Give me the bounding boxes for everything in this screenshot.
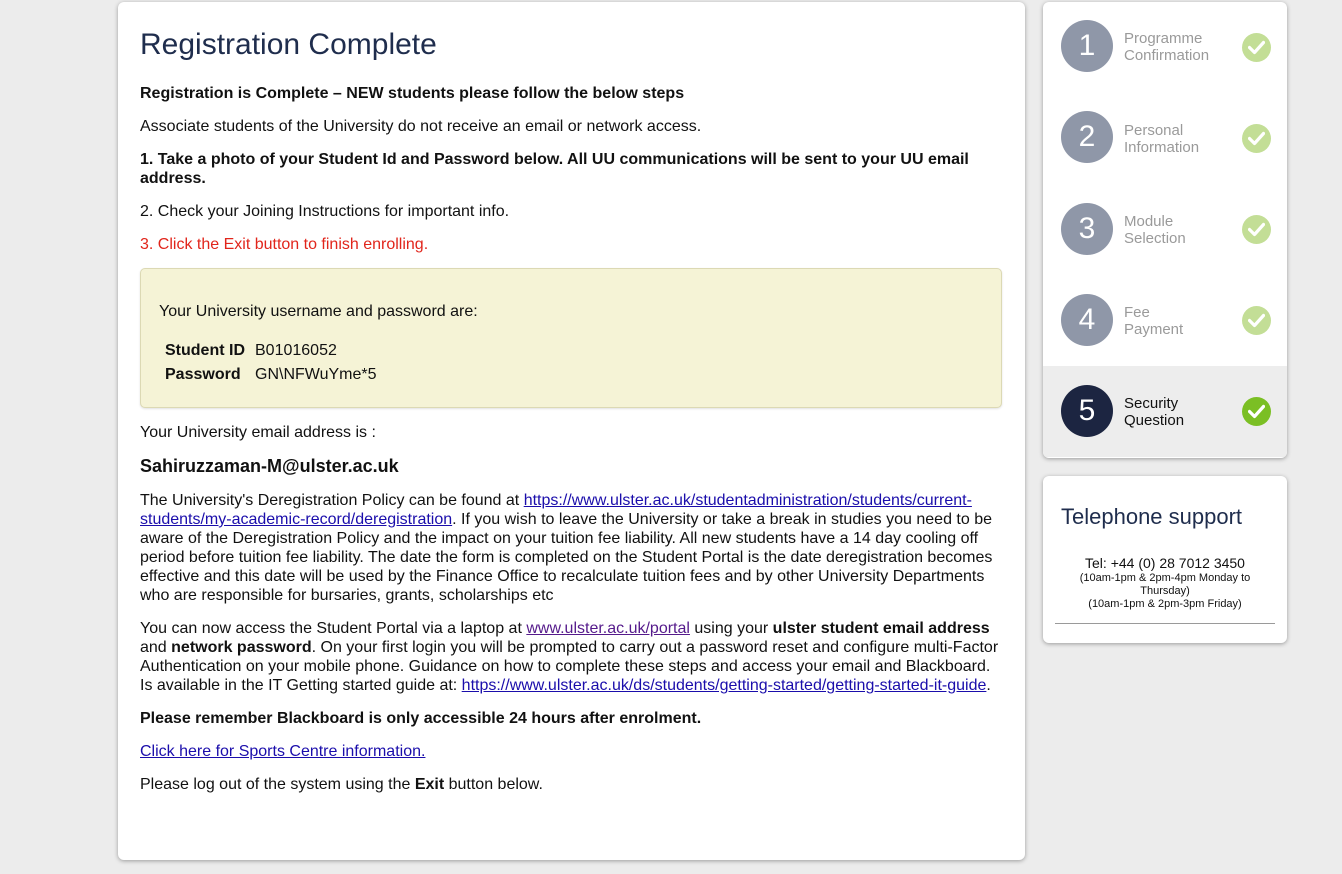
- step-label-line: Confirmation: [1124, 47, 1210, 64]
- portal-text-3: and: [140, 639, 172, 656]
- instruction-step-2: 2. Check your Joining Instructions for i…: [140, 203, 510, 220]
- step-number: 5: [1061, 385, 1113, 437]
- page-title: Registration Complete: [140, 28, 437, 61]
- portal-bold-password: network password: [171, 639, 312, 656]
- step-label-line: Personal: [1124, 122, 1184, 139]
- divider: [1055, 623, 1275, 624]
- email-address: Sahiruzzaman-M@ulster.ac.uk: [140, 456, 399, 476]
- logout-text-1: Please log out of the system using the: [140, 776, 415, 793]
- step-programme-confirmation[interactable]: 1 Programme Confirmation: [1043, 2, 1287, 93]
- step-label-line: Programme: [1124, 30, 1203, 47]
- progress-steps: 1 Programme Confirmation 2 Personal Inform…: [1043, 2, 1287, 458]
- portal-bold-email: ulster student email address: [772, 620, 990, 637]
- email-intro: Your University email address is :: [140, 424, 376, 441]
- password-row: Password GN\NFWuYme*5: [160, 363, 382, 387]
- step-number: 4: [1061, 294, 1113, 346]
- step-personal-information[interactable]: 2 Personal Information: [1043, 93, 1287, 184]
- support-title: Telephone support: [1061, 504, 1243, 529]
- step-label-line: Question: [1124, 412, 1185, 429]
- instruction-step-3: 3. Click the Exit button to finish enrol…: [140, 236, 429, 253]
- check-icon: [1242, 124, 1271, 153]
- step-fee-payment[interactable]: 4 Fee Payment: [1043, 275, 1287, 366]
- portal-text-1: You can now access the Student Portal vi…: [140, 620, 527, 637]
- portal-text-5: .: [986, 677, 991, 694]
- password-label: Password: [165, 366, 241, 383]
- credentials-table: Student ID B01016052 Password GN\NFWuYme…: [160, 339, 382, 387]
- logout-exit-bold: Exit: [414, 776, 445, 793]
- step-label-line: Selection: [1124, 230, 1186, 247]
- check-icon: [1242, 215, 1271, 244]
- password-value: GN\NFWuYme*5: [255, 366, 377, 383]
- step-label: Security Question: [1124, 395, 1244, 429]
- step-security-question[interactable]: 5 Security Question: [1043, 366, 1287, 457]
- step-number: 2: [1061, 111, 1113, 163]
- step-number: 3: [1061, 203, 1113, 255]
- telephone-support-panel: Telephone support Tel: +44 (0) 28 7012 3…: [1043, 476, 1287, 643]
- step-label-line: Security: [1124, 395, 1179, 412]
- step-label: Module Selection: [1124, 213, 1244, 247]
- step-label-line: Information: [1124, 139, 1200, 156]
- portal-paragraph: You can now access the Student Portal vi…: [140, 619, 1003, 695]
- blackboard-note: Please remember Blackboard is only acces…: [140, 710, 702, 727]
- portal-text-2: using your: [689, 620, 773, 637]
- check-icon: [1242, 306, 1271, 335]
- completion-heading: Registration is Complete – NEW students …: [140, 85, 685, 102]
- sports-paragraph: Click here for Sports Centre information…: [140, 742, 1003, 761]
- support-hours-friday: (10am-1pm & 2pm-3pm Friday): [1088, 598, 1242, 610]
- dereg-text-1: The University's Deregistration Policy c…: [140, 492, 524, 509]
- student-portal-link[interactable]: www.ulster.ac.uk/portal: [526, 620, 690, 637]
- instruction-step-1: 1. Take a photo of your Student Id and P…: [140, 151, 969, 187]
- check-icon: [1242, 33, 1271, 62]
- logout-note: Please log out of the system using the E…: [140, 775, 1003, 794]
- it-guide-link[interactable]: https://www.ulster.ac.uk/ds/students/get…: [462, 677, 987, 694]
- step-number: 1: [1061, 20, 1113, 72]
- step-label-line: Module: [1124, 213, 1174, 230]
- credentials-box: Your University username and password ar…: [140, 268, 1002, 408]
- student-id-value: B01016052: [255, 342, 337, 359]
- logout-text-2: button below.: [444, 776, 543, 793]
- step-label: Personal Information: [1124, 122, 1244, 156]
- step-label-line: Payment: [1124, 321, 1184, 338]
- registration-panel: Registration Complete Registration is Co…: [118, 2, 1025, 860]
- step-label: Fee Payment: [1124, 304, 1244, 338]
- step-module-selection[interactable]: 3 Module Selection: [1043, 184, 1287, 275]
- support-hours-weekday: (10am-1pm & 2pm-4pm Monday to Thursday): [1079, 572, 1251, 597]
- credentials-intro: Your University username and password ar…: [159, 303, 478, 320]
- student-id-row: Student ID B01016052: [160, 339, 382, 363]
- step-label-line: Fee: [1124, 304, 1150, 321]
- step-label: Programme Confirmation: [1124, 30, 1244, 64]
- deregistration-paragraph: The University's Deregistration Policy c…: [140, 491, 1003, 605]
- associate-note: Associate students of the University do …: [140, 118, 702, 135]
- sports-centre-link[interactable]: Click here for Sports Centre information…: [140, 743, 425, 760]
- check-icon: [1242, 397, 1271, 426]
- support-phone: Tel: +44 (0) 28 7012 3450: [1085, 555, 1245, 571]
- student-id-label: Student ID: [165, 342, 245, 359]
